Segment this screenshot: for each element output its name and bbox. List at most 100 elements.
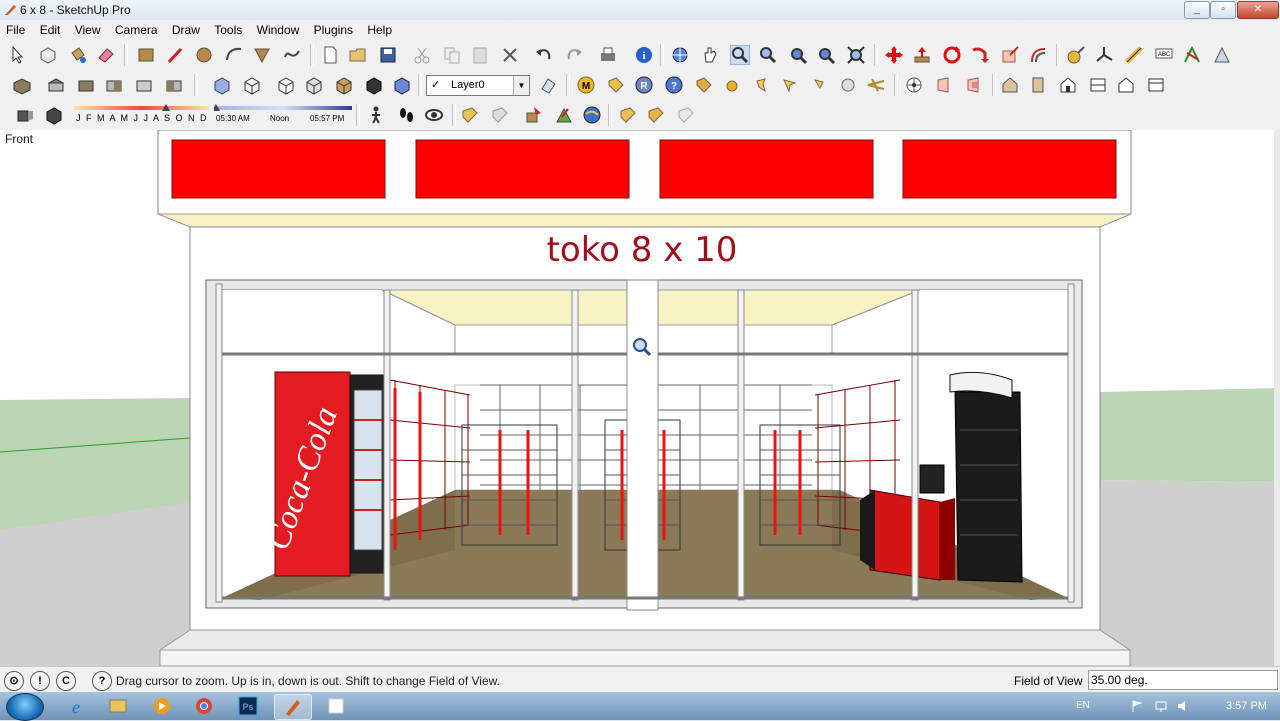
menu-view[interactable]: View (69, 20, 106, 37)
offset-icon[interactable] (1028, 45, 1048, 65)
menu-help[interactable]: Help (361, 20, 397, 37)
walk-icon[interactable] (366, 105, 386, 125)
push-pull-icon[interactable] (912, 45, 932, 65)
start-button[interactable] (6, 693, 44, 721)
eraser-icon[interactable] (96, 45, 116, 65)
google-earth-icon[interactable] (582, 105, 602, 125)
footprints-icon[interactable] (396, 105, 416, 125)
fov-input[interactable]: 35.00 deg. (1088, 670, 1278, 690)
house-plan-icon[interactable] (1146, 75, 1166, 95)
components-icon[interactable] (618, 105, 638, 125)
previous-view-icon[interactable] (788, 45, 808, 65)
next-view-icon[interactable] (816, 45, 836, 65)
pan-icon[interactable] (700, 45, 720, 65)
house-front-icon[interactable] (1058, 75, 1078, 95)
arc-icon[interactable] (224, 45, 244, 65)
zoom-extents-icon[interactable] (846, 45, 866, 65)
material-m-icon[interactable]: M (576, 75, 596, 95)
chrome-icon[interactable] (186, 694, 222, 718)
paste-icon[interactable] (470, 45, 490, 65)
open-file-icon[interactable] (348, 45, 368, 65)
copy-icon[interactable] (442, 45, 462, 65)
material-tag-icon[interactable] (694, 75, 714, 95)
walk-around-icon[interactable] (904, 75, 924, 95)
close-button[interactable]: ✕ (1237, 1, 1279, 19)
fog-icon[interactable] (44, 105, 64, 125)
rectangle-icon[interactable] (136, 45, 156, 65)
geo-location-icon[interactable]: ⊙ (4, 671, 24, 691)
orbit-icon[interactable] (670, 45, 690, 65)
file-explorer-icon[interactable] (100, 694, 136, 718)
menu-camera[interactable]: Camera (109, 20, 163, 37)
shadow-time-slider[interactable]: 05:30 AM Noon 05:57 PM (212, 104, 352, 126)
undo-icon[interactable] (534, 45, 554, 65)
paint-bucket-icon[interactable] (68, 45, 88, 65)
text-label-icon[interactable]: ABC (1154, 45, 1174, 65)
zoom-icon[interactable] (730, 45, 750, 65)
copyright-icon[interactable]: C (56, 671, 76, 691)
shadow-month-slider[interactable]: J F M A M J J A S O N D (74, 104, 209, 126)
volume-icon[interactable] (1176, 699, 1190, 713)
polygon-icon[interactable] (252, 45, 272, 65)
photoshop-icon[interactable]: Ps (230, 694, 266, 718)
section-cut-icon[interactable] (964, 75, 984, 95)
tag-icon[interactable] (606, 75, 626, 95)
rotate-icon[interactable] (942, 45, 962, 65)
zoom-window-icon[interactable] (758, 45, 778, 65)
dimension-icon[interactable] (1124, 45, 1144, 65)
shadows-icon[interactable] (14, 105, 34, 125)
delete-icon[interactable] (500, 45, 520, 65)
add-location-icon[interactable] (554, 105, 574, 125)
taskbar-clock[interactable]: 3:57 PM (1226, 700, 1267, 712)
minimize-button[interactable]: _ (1184, 1, 1210, 19)
follow-me-icon[interactable] (970, 45, 990, 65)
credits-icon[interactable]: ! (30, 671, 50, 691)
instructor-help-icon[interactable]: ? (92, 671, 112, 691)
render-r-icon[interactable]: R (634, 75, 654, 95)
circle-icon[interactable] (194, 45, 214, 65)
house-top-icon[interactable] (1088, 75, 1108, 95)
right-view-icon[interactable] (104, 75, 124, 95)
area-light-icon[interactable] (808, 75, 828, 95)
warehouse-icon[interactable] (646, 105, 666, 125)
menu-window[interactable]: Window (251, 20, 305, 37)
maximize-button[interactable]: ▫ (1210, 1, 1236, 19)
get-models-icon[interactable] (460, 105, 480, 125)
internet-explorer-icon[interactable]: e (58, 694, 94, 718)
print-icon[interactable] (598, 45, 618, 65)
move-icon[interactable] (884, 45, 904, 65)
menu-draw[interactable]: Draw (166, 20, 205, 37)
tape-measure-icon[interactable] (1066, 45, 1086, 65)
flag-icon[interactable] (1130, 699, 1144, 713)
monochrome-icon[interactable] (364, 75, 384, 95)
extension-warehouse-icon[interactable] (676, 105, 696, 125)
select-icon[interactable] (8, 45, 28, 65)
redo-icon[interactable] (564, 45, 584, 65)
axes-icon[interactable] (1094, 45, 1114, 65)
wireframe-icon[interactable] (242, 75, 262, 95)
save-icon[interactable] (378, 45, 398, 65)
share-model-icon[interactable] (490, 105, 510, 125)
pointer-light-icon[interactable] (780, 75, 800, 95)
front-view-icon[interactable] (76, 75, 96, 95)
make-component-icon[interactable] (38, 45, 58, 65)
look-around-icon[interactable] (424, 105, 444, 125)
cut-icon[interactable] (412, 45, 432, 65)
help-question-icon[interactable]: ? (664, 75, 684, 95)
model-viewport[interactable]: Coca-Cola Front toko 8 x 10 (0, 130, 1280, 666)
back-view-icon[interactable] (134, 75, 154, 95)
share-component-icon[interactable] (524, 105, 544, 125)
left-view-icon[interactable] (164, 75, 184, 95)
blank-window-icon[interactable] (318, 694, 354, 718)
chevron-down-icon[interactable]: ▼ (513, 76, 529, 95)
sketchup-taskbar-icon[interactable] (274, 694, 312, 720)
top-view-icon[interactable] (46, 75, 66, 95)
shaded-icon[interactable] (304, 75, 324, 95)
language-indicator[interactable]: EN (1076, 700, 1090, 711)
menu-edit[interactable]: Edit (34, 20, 66, 37)
menu-plugins[interactable]: Plugins (308, 20, 358, 37)
freehand-icon[interactable] (282, 45, 302, 65)
model-info-icon[interactable]: i (634, 45, 654, 65)
new-file-icon[interactable] (320, 45, 340, 65)
iso-view-icon[interactable] (12, 75, 32, 95)
